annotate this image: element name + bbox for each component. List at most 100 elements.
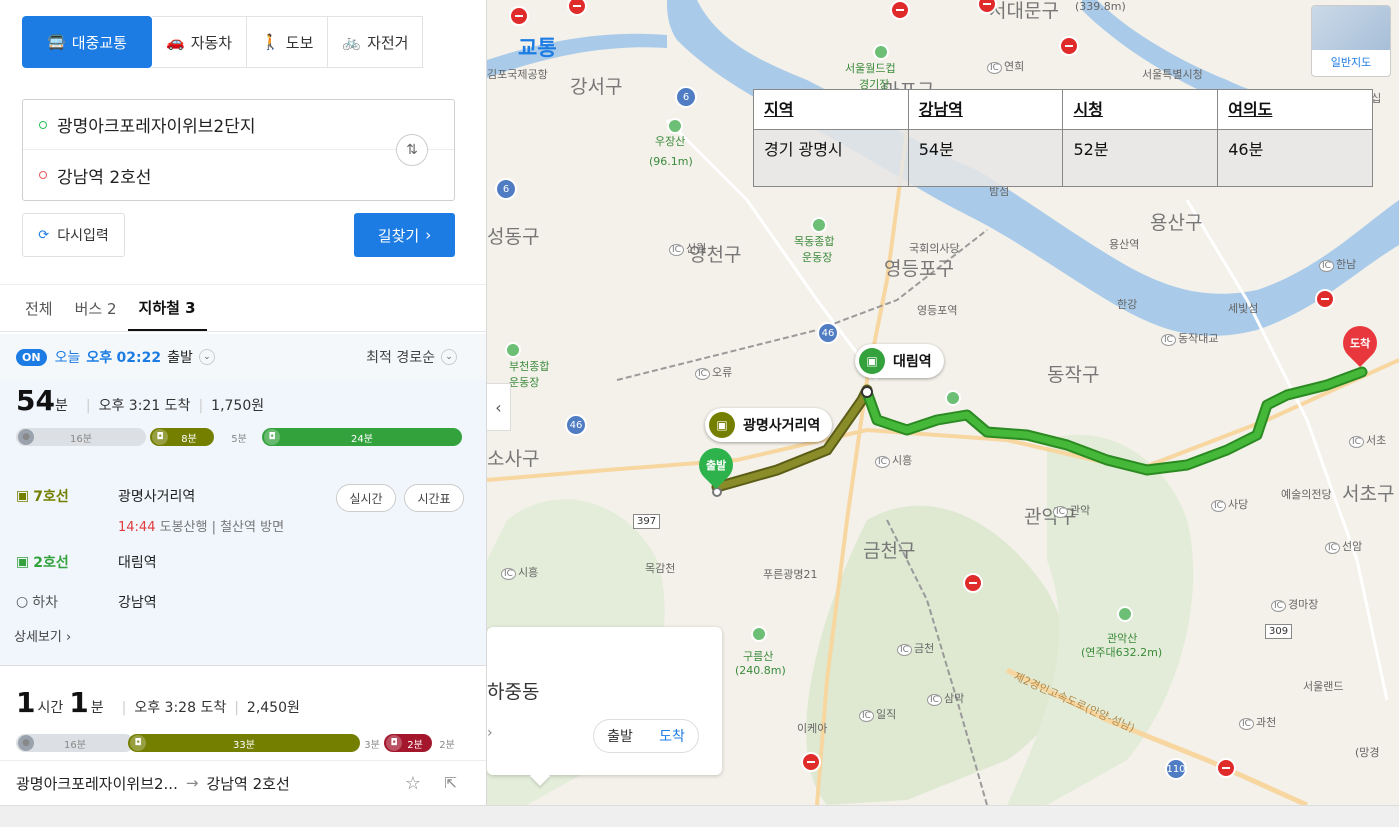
place-label: 김포국제공항 (487, 68, 548, 81)
district-label: 성동구 (487, 226, 540, 248)
route-result-2[interactable]: 1 시간 1 분 | 오후 3:28 도착 | 2,450원 ● 16분 ◘ 33분… (0, 666, 486, 756)
saved-route-bar: 광명아크포레자이위브2... → 강남역 2호선 ☆ ⇱ (0, 760, 486, 805)
place-label: 국회의사당 (909, 242, 960, 255)
origin-field[interactable]: 광명아크포레자이위브2단지 (23, 100, 454, 150)
walk-segment: 5분 (231, 433, 247, 445)
chevron-right-icon: › (65, 630, 72, 645)
ic-label: IC 동작대교 (1161, 330, 1218, 346)
place-label: 예술의전당 (1281, 488, 1332, 501)
subway-icon: ◘ (386, 735, 402, 751)
swap-icon[interactable]: ⇅ (396, 134, 428, 166)
step-exit: ○ 하차 강남역 (16, 594, 157, 611)
highway-shield: 110 (1165, 758, 1187, 780)
table-header: 시청 (1062, 89, 1219, 130)
district-label: 영등포구 (884, 258, 954, 280)
subway-icon: ◘ (152, 429, 168, 445)
station-label-daerim[interactable]: ▣ 대림역 (855, 344, 944, 378)
ic-label: IC 경마장 (1271, 596, 1318, 612)
district-label: 강서구 (570, 76, 623, 98)
place-label: 목동종합 (794, 235, 835, 248)
destination-field[interactable]: 강남역 2호선 (23, 150, 454, 200)
ic-label: IC 관악 (1053, 502, 1090, 518)
route-input-box: 광명아크포레자이위브2단지 강남역 2호선 ⇅ (22, 99, 455, 201)
chevron-right-icon: › (425, 226, 432, 244)
share-icon[interactable]: ⇱ (444, 774, 457, 792)
place-label: 부천종합 (509, 360, 550, 373)
park-icon (751, 626, 767, 642)
traffic-warning-icon[interactable] (509, 6, 529, 26)
train-info: 14:44 도봉산행 | 철산역 방면 (118, 520, 285, 535)
tab-subway[interactable]: 지하철 3 (127, 285, 207, 331)
realtime-button[interactable]: 실시간 (336, 484, 396, 512)
minimap-preview (1312, 6, 1390, 50)
ic-label: IC 과천 (1239, 714, 1276, 730)
collapse-panel-button[interactable]: ‹ (487, 383, 511, 431)
traffic-warning-icon[interactable] (1059, 36, 1079, 56)
mode-walk-button[interactable]: 🚶 도보 (247, 16, 329, 68)
bottom-strip (0, 805, 1399, 827)
fare: 1,750원 (211, 398, 265, 414)
refresh-icon: ⟳ (38, 227, 50, 243)
departure-time[interactable]: 오후 02:22 (86, 347, 161, 367)
place-label: 서울특별시청 (1142, 68, 1203, 81)
traffic-warning-icon[interactable] (1216, 758, 1236, 778)
park-icon (505, 342, 521, 358)
walk-segment: 2분 (439, 739, 455, 751)
route-summary: 1 시간 1 분 | 오후 3:28 도착 | 2,450원 (16, 686, 300, 719)
star-icon[interactable]: ☆ (405, 773, 421, 794)
place-label: 우장산 (655, 135, 686, 148)
table-cell: 52분 (1062, 129, 1219, 187)
on-badge[interactable]: ON (16, 348, 47, 366)
map-type-toggle[interactable]: 일반지도 (1311, 5, 1391, 77)
route-result-1[interactable]: 54 분 | 오후 3:21 도착 | 1,750원 ● 16분 ◘ 8분 5분 ◘… (0, 380, 486, 666)
tab-all[interactable]: 전체 (14, 285, 64, 331)
traffic-warning-icon[interactable] (890, 0, 910, 20)
place-label: 구름산 (743, 650, 774, 663)
ic-label: IC 시흥 (501, 564, 538, 580)
place-label: 서울랜드 (1303, 680, 1344, 693)
ic-label: IC 한남 (1319, 256, 1356, 272)
detail-link[interactable]: 상세보기 › (14, 626, 71, 645)
table-header: 여의도 (1217, 89, 1373, 130)
tab-bus[interactable]: 버스 2 (64, 285, 128, 331)
traffic-warning-icon[interactable] (801, 752, 821, 772)
park-icon (873, 44, 889, 60)
ic-label: IC 오류 (695, 364, 732, 380)
car-icon: 🚗 (166, 33, 185, 51)
subway-icon: ▣ (16, 554, 30, 570)
popup-actions: 출발 도착 (593, 719, 699, 753)
location-popup: 하중동 › 출발 도착 (487, 627, 722, 775)
mode-bike-button[interactable]: 🚲 자전거 (328, 16, 424, 68)
district-label: 용산구 (1150, 212, 1203, 234)
ic-label: IC 서초 (1349, 432, 1386, 448)
ic-label: IC 일직 (859, 706, 896, 722)
set-arrival-button[interactable]: 도착 (659, 726, 685, 746)
set-departure-button[interactable]: 출발 (607, 726, 633, 746)
step-line2: ▣ 2호선 대림역 (16, 554, 157, 571)
timetable-button[interactable]: 시간표 (404, 484, 464, 512)
walk-icon: ● (18, 429, 34, 445)
reset-button[interactable]: ⟳ 다시입력 (22, 213, 125, 257)
district-label: 소사구 (487, 448, 540, 470)
traffic-warning-icon[interactable] (963, 573, 983, 593)
overlay-title: 교통 (518, 36, 557, 60)
mode-car-button[interactable]: 🚗 자동차 (152, 16, 248, 68)
walk-icon: ● (18, 735, 34, 751)
step-line7: ▣ 7호선 광명사거리역 (16, 488, 196, 505)
station-label-gwangmyeong[interactable]: ▣ 광명사거리역 (705, 408, 833, 442)
search-route-button[interactable]: 길찾기 › (354, 213, 455, 257)
ic-label: IC 연희 (987, 58, 1024, 74)
place-label: 용산역 (1109, 238, 1140, 251)
ic-label: IC 선암 (1325, 538, 1362, 554)
ic-label: IC 금천 (897, 640, 934, 656)
place-label: 한강 (1117, 298, 1138, 311)
traffic-warning-icon[interactable] (1315, 289, 1335, 309)
place-label: 세빛섬 (1228, 302, 1259, 315)
chevron-down-icon[interactable]: ⌄ (198, 349, 215, 365)
mode-transit-button[interactable]: 🚍 대중교통 (22, 16, 152, 68)
sort-dropdown[interactable]: 최적 경로순 ⌄ (366, 347, 457, 367)
walk-segment: ● 16분 (16, 428, 146, 446)
park-icon (667, 118, 683, 134)
district-label: 서대문구 (989, 0, 1059, 22)
departure-today: 오늘 (54, 350, 81, 366)
